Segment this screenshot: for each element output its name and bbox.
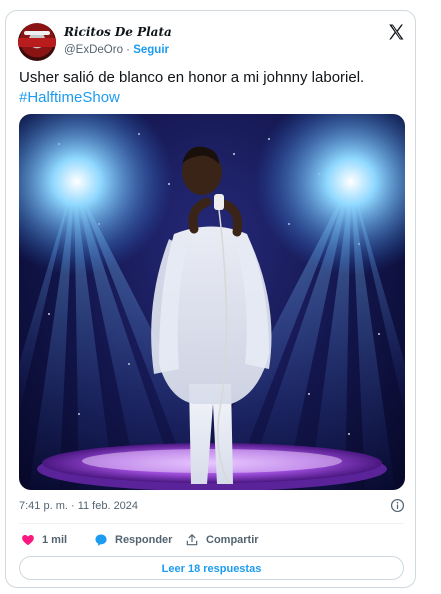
- author-display-name[interactable]: Ricitos De Plata: [64, 25, 172, 39]
- hashtag-link[interactable]: #HalftimeShow: [19, 88, 404, 108]
- share-icon: [186, 534, 198, 546]
- reply-label: Responder: [115, 534, 173, 546]
- author-handle[interactable]: @ExDeOro: [64, 44, 123, 56]
- avatar[interactable]: [18, 23, 56, 61]
- separator: ·: [126, 44, 131, 56]
- reply-button[interactable]: Responder: [94, 533, 172, 547]
- tweet-text: Usher salió de blanco en honor a mi john…: [19, 69, 365, 86]
- read-replies-button[interactable]: Leer 18 respuestas: [19, 556, 404, 580]
- info-icon[interactable]: [390, 498, 405, 513]
- like-button[interactable]: 1 mil: [21, 533, 67, 547]
- tweet-timestamp[interactable]: 7:41 p. m. · 11 feb. 2024: [19, 500, 138, 512]
- tweet-card: Ricitos De Plata @ExDeOro · Seguir Usher…: [5, 10, 416, 588]
- heart-icon: [22, 535, 34, 546]
- tweet-text-block: Usher salió de blanco en honor a mi john…: [19, 68, 404, 108]
- follow-button[interactable]: Seguir: [133, 44, 169, 56]
- share-button[interactable]: Compartir: [185, 533, 259, 547]
- share-label: Compartir: [206, 534, 259, 546]
- reply-bubble-icon: [95, 534, 107, 546]
- tweet-media-image[interactable]: [19, 114, 405, 490]
- x-logo-icon[interactable]: [387, 23, 405, 41]
- author-handle-row: @ExDeOro · Seguir: [64, 44, 169, 56]
- like-count: 1 mil: [42, 534, 68, 546]
- divider: [19, 523, 404, 524]
